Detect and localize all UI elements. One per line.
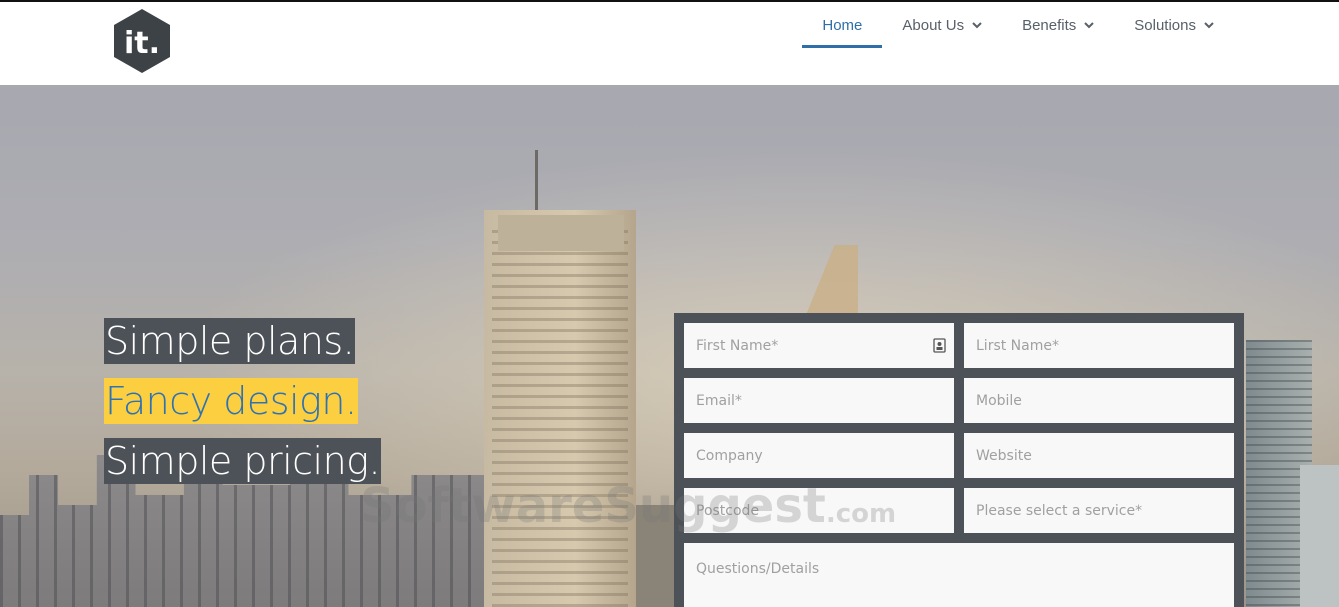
- last-name-input[interactable]: [964, 323, 1234, 368]
- nav-about-us-label: About Us: [902, 16, 965, 34]
- website-input[interactable]: [964, 433, 1234, 478]
- email-input[interactable]: [684, 378, 954, 423]
- watermark-main: SoftwareSuggest: [360, 478, 826, 534]
- tower-crown: [498, 215, 624, 251]
- main-nav: Home About Us Benefits Solutions: [802, 2, 1234, 48]
- service-select[interactable]: Please select a service*: [964, 488, 1234, 533]
- site-header: it. Home About Us Benefits Solutions: [0, 2, 1339, 85]
- watermark: SoftwareSuggest.com: [360, 478, 896, 534]
- questions-textarea[interactable]: [684, 543, 1234, 607]
- headline-simple-plans: Simple plans.: [104, 318, 356, 364]
- svg-text:it.: it.: [124, 26, 160, 61]
- nav-solutions[interactable]: Solutions: [1114, 2, 1234, 48]
- city-skyline-right: [1300, 465, 1339, 607]
- chevron-down-icon: [1204, 20, 1214, 30]
- first-name-input[interactable]: [684, 323, 954, 368]
- headline-simple-pricing: Simple pricing.: [104, 438, 382, 484]
- nav-home[interactable]: Home: [802, 2, 883, 48]
- chevron-down-icon: [972, 20, 982, 30]
- watermark-suffix: .com: [825, 499, 897, 529]
- site-logo[interactable]: it.: [112, 8, 172, 74]
- nav-benefits-label: Benefits: [1022, 16, 1077, 34]
- headline-fancy-design: Fancy design.: [104, 378, 358, 424]
- nav-home-label: Home: [822, 16, 863, 34]
- mobile-input[interactable]: [964, 378, 1234, 423]
- nav-solutions-label: Solutions: [1134, 16, 1196, 34]
- nav-benefits[interactable]: Benefits: [1002, 2, 1114, 48]
- chevron-down-icon: [1084, 20, 1094, 30]
- company-input[interactable]: [684, 433, 954, 478]
- contact-card-icon: [933, 338, 946, 353]
- central-tower: [484, 210, 636, 607]
- nav-about-us[interactable]: About Us: [882, 2, 1002, 48]
